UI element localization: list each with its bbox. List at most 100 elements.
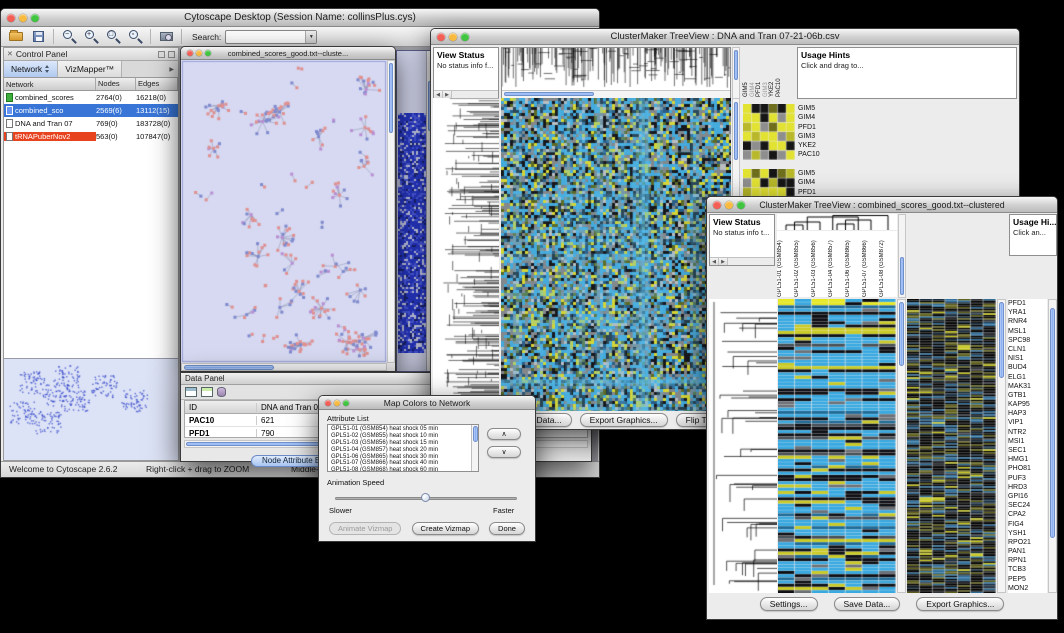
heatmap-vscrollbar[interactable] xyxy=(897,299,906,593)
close-button[interactable] xyxy=(187,50,193,56)
column-label[interactable]: GPL51-08 (GSM872) xyxy=(879,231,896,297)
gene-label[interactable]: SPC98 xyxy=(1008,336,1047,345)
gene-label[interactable]: MAK31 xyxy=(1008,382,1047,391)
attribute-list-item[interactable]: GPL51-04 (GSM857) heat shock 20 min xyxy=(329,447,470,454)
gene-label[interactable]: NIS1 xyxy=(1008,354,1047,363)
zoom-window-button[interactable] xyxy=(205,50,211,56)
heatmap-canvas[interactable] xyxy=(501,98,731,411)
network-view-titlebar[interactable]: combined_scores_good.txt--cluste... xyxy=(181,47,395,60)
zoom-window-button[interactable] xyxy=(461,33,469,41)
column-dendrogram-canvas[interactable] xyxy=(502,48,730,90)
move-down-button[interactable]: ∨ xyxy=(487,446,521,458)
select-attributes-icon[interactable] xyxy=(185,387,197,397)
treeview-combined-titlebar[interactable]: ClusterMaker TreeView : combined_scores_… xyxy=(707,197,1057,213)
gene-label[interactable]: HMG1 xyxy=(1008,455,1047,464)
attribute-listbox[interactable]: GPL51-01 (GSM854) heat shock 05 minGPL51… xyxy=(327,424,479,472)
gene-label[interactable]: RNR4 xyxy=(1008,317,1047,326)
main-titlebar[interactable]: Cytoscape Desktop (Session Name: collins… xyxy=(1,9,599,27)
zoom-selected-icon[interactable]: ▫ xyxy=(126,28,144,46)
gene-label[interactable]: CPA2 xyxy=(1008,510,1047,519)
row-labels-vscrollbar[interactable] xyxy=(1048,299,1057,593)
network-list-row[interactable]: combined_sco2569(6)13112(15) xyxy=(4,104,178,117)
attribute-list-scrollbar[interactable] xyxy=(471,425,478,471)
scroll-right-icon[interactable]: ▶ xyxy=(443,91,452,98)
background-network-window[interactable] xyxy=(396,50,433,372)
scroll-left-icon[interactable]: ◀ xyxy=(710,258,719,265)
gene-label[interactable]: VIP1 xyxy=(1008,418,1047,427)
matrix-column-label[interactable]: GIM5 xyxy=(743,51,750,97)
close-panel-icon[interactable]: ✕ xyxy=(7,50,13,58)
header-vscrollbar[interactable] xyxy=(898,214,906,298)
id-column-header[interactable]: ID xyxy=(185,403,257,412)
row-dendrogram-canvas[interactable] xyxy=(433,98,499,411)
zoom-window-button[interactable] xyxy=(343,400,349,406)
gene-label[interactable]: PHO81 xyxy=(1008,464,1047,473)
export-graphics-button[interactable]: Export Graphics... xyxy=(580,413,668,427)
view-status-scrollbar[interactable]: ◀ ▶ xyxy=(710,257,774,265)
gene-label[interactable]: HAP3 xyxy=(1008,409,1047,418)
column-label[interactable]: GPL51-02 (GSM855) xyxy=(794,231,811,297)
network-hscrollbar[interactable] xyxy=(181,363,387,371)
matrix-column-label[interactable]: YKE2 xyxy=(769,51,776,97)
gene-label[interactable]: GPI16 xyxy=(1008,492,1047,501)
gene-label[interactable]: MON2 xyxy=(1008,584,1047,593)
gene-label[interactable]: KAP95 xyxy=(1008,400,1047,409)
attribute-list-item[interactable]: GPL51-06 (GSM865) heat shock 30 min xyxy=(329,454,470,461)
attribute-functions-icon[interactable] xyxy=(217,387,226,397)
minimize-button[interactable] xyxy=(196,50,202,56)
dock-panel-icon[interactable] xyxy=(168,51,175,58)
column-label[interactable]: GPL51-06 (GSM865) xyxy=(845,231,862,297)
network-list-row[interactable]: combined_scores2764(0)16218(0) xyxy=(4,91,178,104)
scroll-right-icon[interactable]: ▶ xyxy=(719,258,728,265)
gene-label[interactable]: SEC24 xyxy=(1008,501,1047,510)
gene-label[interactable]: RPO21 xyxy=(1008,538,1047,547)
gene-label[interactable]: GIM5 xyxy=(798,104,820,113)
dropdown-icon[interactable]: ▼ xyxy=(305,31,316,43)
gene-label[interactable]: GIM3 xyxy=(798,132,820,141)
network-list-row[interactable]: DNA and Tran 07769(0)183728(0) xyxy=(4,117,178,130)
row-dendrogram-canvas[interactable] xyxy=(709,299,777,593)
matrix-column-label[interactable]: PAC10 xyxy=(776,51,783,97)
attribute-list-item[interactable]: GPL51-02 (GSM855) heat shock 10 min xyxy=(329,433,470,440)
gene-label[interactable]: PUF3 xyxy=(1008,474,1047,483)
gene-label[interactable]: MSL1 xyxy=(1008,327,1047,336)
animate-vizmap-button[interactable]: Animate Vizmap xyxy=(329,522,401,535)
zoom-out-icon[interactable]: − xyxy=(60,28,78,46)
float-panel-icon[interactable] xyxy=(158,51,165,58)
slider-thumb[interactable] xyxy=(421,493,430,502)
view-status-scrollbar[interactable]: ◀ ▶ xyxy=(434,90,498,98)
gene-label[interactable]: MSI1 xyxy=(1008,437,1047,446)
zoom-window-button[interactable] xyxy=(737,201,745,209)
global-view-vscrollbar[interactable] xyxy=(997,299,1006,593)
attribute-list-item[interactable]: GPL51-03 (GSM856) heat shock 15 min xyxy=(329,440,470,447)
tab-vizmapper[interactable]: VizMapper™ xyxy=(58,61,122,77)
gene-label[interactable]: RPN1 xyxy=(1008,556,1047,565)
close-button[interactable] xyxy=(325,400,331,406)
search-input[interactable]: ▼ xyxy=(225,30,317,44)
gene-label[interactable]: CLN1 xyxy=(1008,345,1047,354)
snapshot-icon[interactable] xyxy=(157,28,175,46)
scroll-left-icon[interactable]: ◀ xyxy=(434,91,443,98)
gene-label[interactable]: HRD3 xyxy=(1008,483,1047,492)
birdseye-canvas[interactable] xyxy=(4,360,178,460)
global-view-canvas[interactable] xyxy=(907,299,996,593)
minimize-button[interactable] xyxy=(449,33,457,41)
network-list-row[interactable]: tRNAPuberNov2563(0)107847(0) xyxy=(4,130,178,143)
animation-speed-slider[interactable] xyxy=(335,492,517,504)
column-label[interactable]: GPL51-04 (GSM857) xyxy=(828,231,845,297)
zoom-in-icon[interactable]: + xyxy=(82,28,100,46)
attribute-list-item[interactable]: GPL51-08 (GSM868) heat shock 60 min xyxy=(329,467,470,472)
gene-label[interactable]: GIM5 xyxy=(798,169,820,178)
column-label[interactable]: GPL51-03 (GSM856) xyxy=(811,231,828,297)
minimize-button[interactable] xyxy=(19,14,27,22)
tab-network[interactable]: Network xyxy=(4,61,58,77)
close-button[interactable] xyxy=(437,33,445,41)
save-session-icon[interactable] xyxy=(29,28,47,46)
gene-label[interactable]: ELG1 xyxy=(1008,373,1047,382)
column-dendrogram-canvas[interactable] xyxy=(777,214,897,230)
attribute-list-item[interactable]: GPL51-01 (GSM854) heat shock 05 min xyxy=(329,426,470,433)
done-button[interactable]: Done xyxy=(489,522,525,535)
gene-label[interactable]: YSH1 xyxy=(1008,529,1047,538)
settings-button[interactable]: Settings... xyxy=(760,597,818,611)
gene-label[interactable]: YRA1 xyxy=(1008,308,1047,317)
